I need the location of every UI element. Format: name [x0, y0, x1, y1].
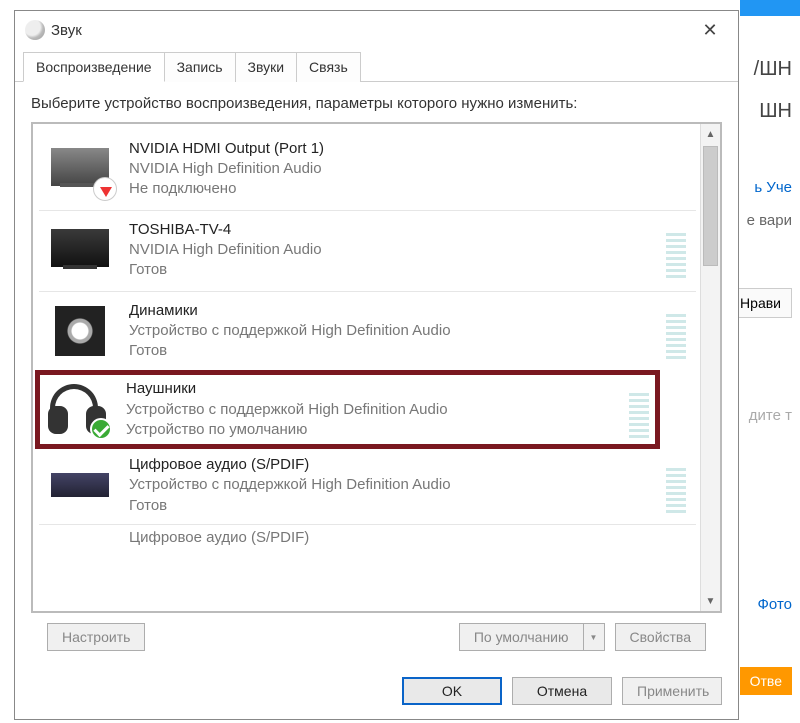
- scrollbar[interactable]: ▲ ▼: [700, 124, 720, 611]
- check-default-icon: [90, 418, 112, 440]
- device-list-container: NVIDIA HDMI Output (Port 1) NVIDIA High …: [31, 122, 722, 613]
- device-desc: Устройство с поддержкой High Definition …: [126, 400, 623, 420]
- level-meter: [666, 303, 686, 359]
- background-answer-button[interactable]: Отве: [740, 667, 792, 695]
- device-status: Готов: [129, 260, 660, 280]
- cancel-button[interactable]: Отмена: [512, 677, 612, 705]
- lower-button-row: Настроить По умолчанию ▼ Свойства: [31, 613, 722, 651]
- tab-content: Выберите устройство воспроизведения, пар…: [15, 82, 738, 659]
- device-name: Цифровое аудио (S/PDIF): [129, 529, 690, 546]
- scroll-down-icon[interactable]: ▼: [701, 591, 720, 611]
- device-desc: Устройство с поддержкой High Definition …: [129, 475, 660, 495]
- device-item[interactable]: NVIDIA HDMI Output (Port 1) NVIDIA High …: [39, 130, 696, 208]
- device-item[interactable]: TOSHIBA-TV-4 NVIDIA High Definition Audi…: [39, 211, 696, 289]
- device-item[interactable]: Динамики Устройство с поддержкой High De…: [39, 292, 696, 370]
- device-status: Готов: [129, 496, 660, 516]
- device-item[interactable]: Цифровое аудио (S/PDIF) Устройство с под…: [39, 449, 696, 522]
- device-desc: NVIDIA High Definition Audio: [129, 240, 660, 260]
- properties-button[interactable]: Свойства: [615, 623, 706, 651]
- dialog-title: Звук: [45, 22, 690, 39]
- tab-sounds[interactable]: Звуки: [235, 52, 298, 82]
- device-item-highlighted[interactable]: Наушники Устройство с поддержкой High De…: [35, 370, 660, 449]
- sound-dialog: Звук ✕ Воспроизведение Запись Звуки Связ…: [14, 10, 739, 720]
- device-text: Цифровое аудио (S/PDIF) Устройство с под…: [129, 455, 660, 516]
- monitor-icon: [45, 220, 115, 280]
- device-name: Наушники: [126, 379, 623, 399]
- tab-playback[interactable]: Воспроизведение: [23, 52, 165, 82]
- background-prompt-fragment: дите т: [749, 407, 792, 424]
- device-item-partial[interactable]: Цифровое аудио (S/PDIF): [39, 525, 696, 549]
- device-desc: NVIDIA High Definition Audio: [129, 159, 690, 179]
- ok-button[interactable]: OK: [402, 677, 502, 705]
- tab-communications[interactable]: Связь: [296, 52, 361, 82]
- device-name: Динамики: [129, 301, 660, 321]
- close-button[interactable]: ✕: [690, 15, 730, 45]
- device-name: Цифровое аудио (S/PDIF): [129, 455, 660, 475]
- device-text: Динамики Устройство с поддержкой High De…: [129, 301, 660, 362]
- headphones-icon: [42, 380, 112, 440]
- device-status: Не подключено: [129, 179, 690, 199]
- set-default-label: По умолчанию: [460, 624, 584, 650]
- device-status: Готов: [129, 341, 660, 361]
- scroll-thumb[interactable]: [703, 146, 718, 266]
- apply-button[interactable]: Применить: [622, 677, 722, 705]
- device-name: NVIDIA HDMI Output (Port 1): [129, 139, 690, 159]
- device-text: Наушники Устройство с поддержкой High De…: [126, 379, 623, 440]
- background-blue-bar: [740, 0, 800, 16]
- titlebar: Звук ✕: [15, 11, 738, 49]
- tabstrip: Воспроизведение Запись Звуки Связь: [15, 51, 738, 82]
- level-meter: [629, 382, 649, 438]
- background-text-fragment: е вари: [747, 212, 792, 229]
- device-name: TOSHIBA-TV-4: [129, 220, 660, 240]
- background-heading-fragment-2: ШН: [759, 100, 792, 123]
- speaker-icon: [45, 301, 115, 361]
- scroll-up-icon[interactable]: ▲: [701, 124, 720, 144]
- monitor-unplugged-icon: [45, 139, 115, 199]
- device-text: TOSHIBA-TV-4 NVIDIA High Definition Audi…: [129, 220, 660, 281]
- chevron-down-icon[interactable]: ▼: [584, 624, 604, 650]
- arrow-down-icon: [100, 187, 112, 197]
- background-link-fragment[interactable]: ь Уче: [754, 179, 792, 196]
- device-list[interactable]: NVIDIA HDMI Output (Port 1) NVIDIA High …: [33, 124, 700, 611]
- close-icon: ✕: [702, 20, 717, 41]
- set-default-button[interactable]: По умолчанию ▼: [459, 623, 605, 651]
- level-meter: [666, 457, 686, 513]
- instructions-text: Выберите устройство воспроизведения, пар…: [31, 94, 722, 114]
- background-photo-link[interactable]: Фото: [758, 596, 792, 613]
- level-meter: [666, 222, 686, 278]
- device-desc: Устройство с поддержкой High Definition …: [129, 321, 660, 341]
- device-text: NVIDIA HDMI Output (Port 1) NVIDIA High …: [129, 139, 690, 200]
- background-heading-fragment: /ШН: [754, 58, 792, 81]
- tab-recording[interactable]: Запись: [164, 52, 236, 82]
- spdif-icon: [45, 455, 115, 515]
- configure-button[interactable]: Настроить: [47, 623, 145, 651]
- dialog-footer: OK Отмена Применить: [15, 659, 738, 719]
- device-status: Устройство по умолчанию: [126, 420, 623, 440]
- sound-dialog-icon: [25, 20, 45, 40]
